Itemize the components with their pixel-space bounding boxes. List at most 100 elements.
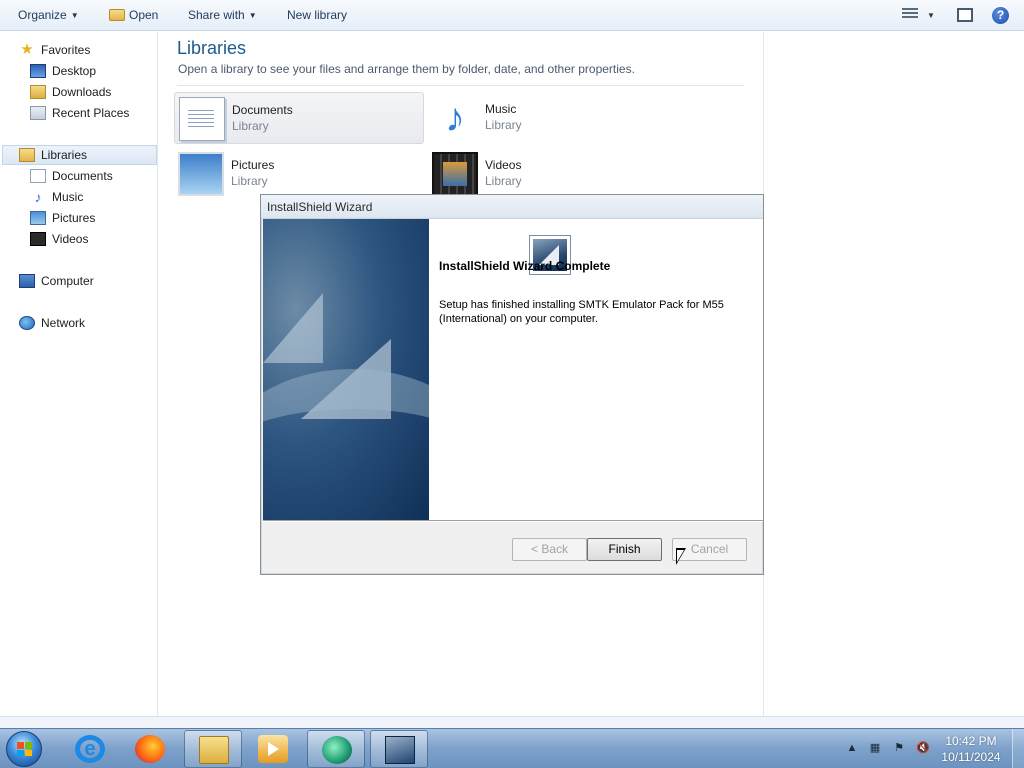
recent-places-icon (30, 106, 46, 120)
installshield-dialog: InstallShield Wizard InstallShield Wizar… (260, 194, 764, 575)
pictures-icon (30, 211, 46, 225)
tile-type: Library (485, 118, 522, 132)
share-with-label: Share with (188, 8, 245, 22)
nav-network[interactable]: Network (19, 313, 85, 333)
nav-label: Music (52, 190, 84, 204)
music-library-icon: ♪ (445, 96, 465, 140)
network-icon (19, 316, 35, 330)
wizard-content: InstallShield Wizard Complete Setup has … (429, 219, 763, 520)
wizard-heading: InstallShield Wizard Complete (439, 259, 611, 273)
nav-recent-places[interactable]: Recent Places (30, 103, 129, 123)
nav-label: Libraries (41, 148, 88, 162)
nav-downloads[interactable]: Downloads (30, 82, 111, 102)
volume-muted-icon[interactable]: 🔇 (916, 741, 930, 755)
network-tray-icon[interactable]: ▦ (868, 741, 882, 755)
nav-label: Favorites (41, 43, 91, 57)
library-tile-music[interactable]: ♪ Music Library (428, 92, 678, 144)
nav-music[interactable]: ♪ Music (30, 187, 84, 207)
clock-date[interactable]: 10/11/2024 (940, 750, 1002, 764)
firefox-icon (135, 735, 165, 763)
nav-libraries[interactable]: Libraries (2, 145, 157, 165)
change-view-icon[interactable] (902, 8, 918, 22)
wizard-banner-image (263, 219, 429, 520)
dialog-separator (263, 520, 763, 522)
library-tile-documents[interactable]: Documents Library (174, 92, 424, 144)
taskbar-windows-explorer[interactable] (184, 730, 242, 768)
nav-label: Recent Places (52, 106, 130, 120)
nav-favorites[interactable]: ★ Favorites (19, 40, 90, 60)
chevron-down-icon: ▼ (70, 10, 79, 20)
installshield-icon (385, 736, 415, 764)
media-player-icon (258, 735, 288, 763)
details-pane (0, 716, 1024, 728)
nav-label: Computer (41, 274, 94, 288)
back-button[interactable]: < Back (512, 538, 587, 561)
help-icon[interactable]: ? (992, 7, 1009, 24)
show-hidden-icons-icon[interactable]: ▲ (845, 741, 859, 755)
navigation-pane: ★ Favorites Desktop Downloads Recent Pla… (0, 32, 158, 716)
documents-icon (30, 169, 46, 183)
nav-label: Videos (52, 232, 89, 246)
tile-type: Library (485, 174, 522, 188)
app-icon (322, 736, 352, 764)
divider (177, 85, 744, 86)
chevron-down-icon: ▼ (248, 10, 257, 20)
taskbar-firefox[interactable] (121, 730, 179, 768)
dialog-title-bar[interactable]: InstallShield Wizard (261, 195, 763, 219)
share-with-menu[interactable]: Share with ▼ (188, 7, 257, 23)
desktop-icon (30, 64, 46, 78)
folder-icon (109, 9, 125, 21)
videos-library-icon (432, 152, 478, 196)
organize-label: Organize (18, 8, 67, 22)
computer-icon (19, 274, 35, 288)
tile-name: Documents (232, 103, 293, 117)
nav-label: Downloads (52, 85, 112, 99)
nav-documents[interactable]: Documents (30, 166, 113, 186)
tile-type: Library (231, 174, 268, 188)
command-bar: Organize ▼ Open Share with ▼ New library… (0, 0, 1024, 31)
videos-icon (30, 232, 46, 246)
nav-label: Pictures (52, 211, 96, 225)
library-tile-videos[interactable]: Videos Library (428, 148, 678, 200)
dialog-title: InstallShield Wizard (267, 200, 373, 214)
finish-button[interactable]: Finish (587, 538, 662, 561)
open-button[interactable]: Open (109, 7, 158, 23)
nav-label: Desktop (52, 64, 97, 78)
taskbar-app[interactable] (307, 730, 365, 768)
taskbar: e ▲ ▦ ⚑ 🔇 10:42 PM 10/11/2024 (0, 728, 1024, 768)
libraries-icon (19, 148, 35, 162)
nav-videos[interactable]: Videos (30, 229, 88, 249)
page-title: Libraries (177, 38, 247, 58)
taskbar-installshield[interactable] (370, 730, 428, 768)
preview-pane-icon[interactable] (957, 8, 973, 22)
new-library-button[interactable]: New library (287, 7, 347, 23)
documents-library-icon (179, 97, 225, 141)
library-tile-pictures[interactable]: Pictures Library (174, 148, 424, 200)
music-icon: ♪ (34, 189, 42, 205)
chevron-down-icon: ▼ (927, 10, 935, 20)
pictures-library-icon (178, 152, 224, 196)
new-library-label: New library (287, 8, 348, 22)
page-subtitle: Open a library to see your files and arr… (178, 62, 635, 76)
clock-time[interactable]: 10:42 PM (940, 734, 1002, 748)
windows-explorer-icon (199, 736, 229, 764)
downloads-icon (30, 85, 46, 99)
taskbar-media-player[interactable] (244, 730, 302, 768)
tile-type: Library (232, 119, 269, 133)
organize-menu[interactable]: Organize ▼ (18, 7, 79, 23)
tile-name: Videos (485, 158, 522, 172)
action-center-flag-icon[interactable]: ⚑ (892, 741, 906, 755)
nav-label: Network (41, 316, 86, 330)
taskbar-internet-explorer[interactable]: e (61, 730, 119, 768)
view-options-menu[interactable]: ▼ (927, 7, 935, 23)
nav-pictures[interactable]: Pictures (30, 208, 95, 228)
tile-name: Music (485, 102, 517, 116)
nav-computer[interactable]: Computer (19, 271, 94, 291)
nav-desktop[interactable]: Desktop (30, 61, 96, 81)
show-desktop-button[interactable] (1012, 729, 1024, 768)
star-icon: ★ (20, 41, 34, 58)
preview-pane (763, 32, 1024, 716)
wizard-message: Setup has finished installing SMTK Emula… (439, 299, 724, 325)
mouse-cursor-icon (676, 548, 686, 565)
start-button[interactable] (6, 731, 42, 767)
